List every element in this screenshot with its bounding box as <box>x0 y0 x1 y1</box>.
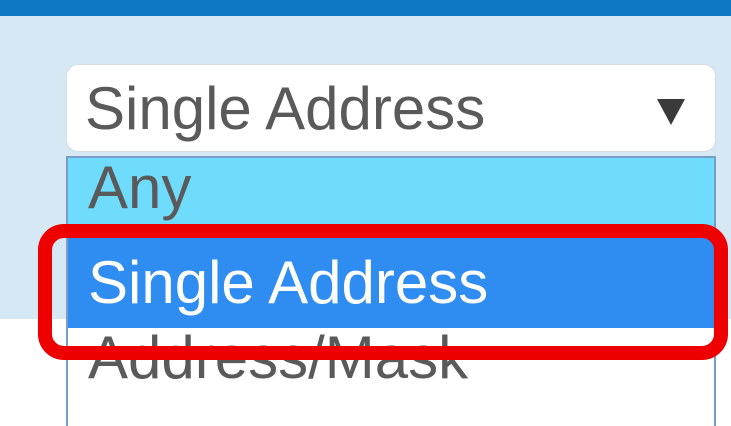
triangle-down-icon[interactable] <box>657 99 685 125</box>
option-address-mask[interactable]: Address/Mask <box>68 328 714 408</box>
top-bar <box>0 0 731 16</box>
option-any[interactable]: Any <box>68 158 714 228</box>
page: Single Address Any Single Address Addres… <box>0 0 731 426</box>
address-type-select[interactable]: Single Address <box>66 64 716 152</box>
select-value: Single Address <box>85 75 486 142</box>
option-single-address[interactable]: Single Address <box>68 238 714 328</box>
dropdown-list: Any Single Address Address/Mask <box>66 156 716 426</box>
